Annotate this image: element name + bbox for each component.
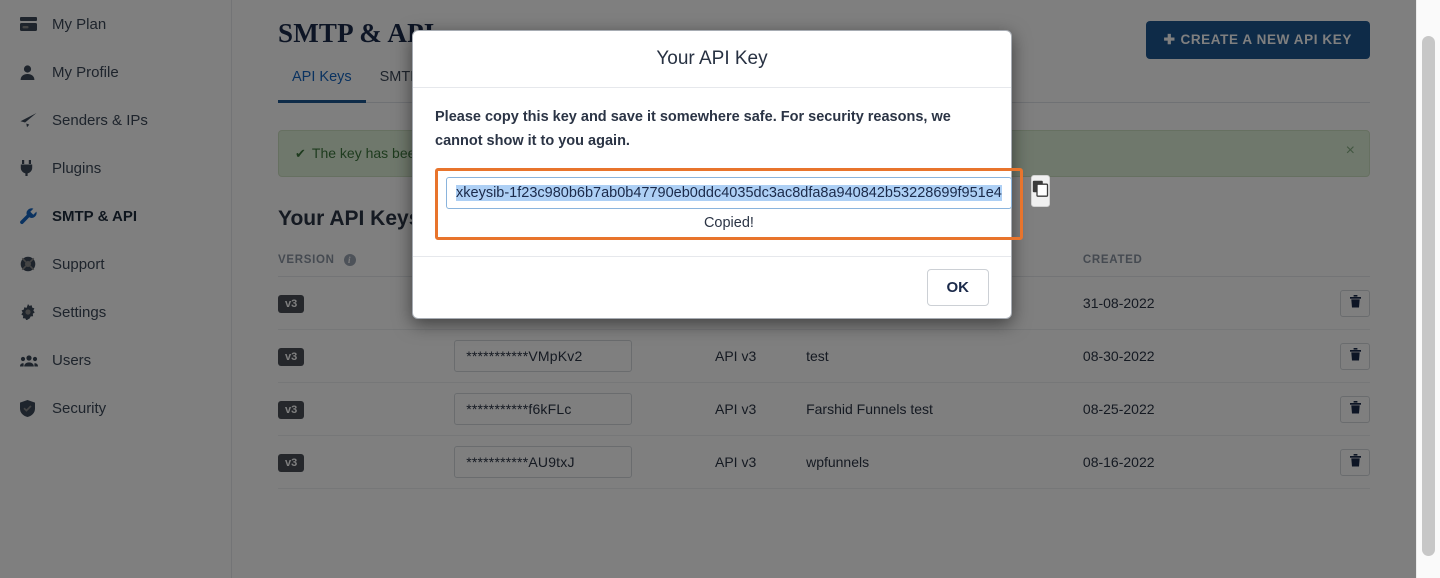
copy-to-clipboard-button[interactable] [1030, 174, 1050, 207]
copy-row: xkeysib-1f23c980b6b7ab0b47790eb0ddc4035d… [435, 167, 1050, 240]
page-scrollbar[interactable] [1416, 0, 1440, 578]
copy-icon [1032, 180, 1049, 202]
api-key-input[interactable]: xkeysib-1f23c980b6b7ab0b47790eb0ddc4035d… [446, 176, 1012, 209]
modal-title: Your API Key [656, 48, 768, 69]
copy-highlight-frame: xkeysib-1f23c980b6b7ab0b47790eb0ddc4035d… [435, 167, 1023, 240]
modal-header: Your API Key [413, 31, 1011, 88]
api-key-value: xkeysib-1f23c980b6b7ab0b47790eb0ddc4035d… [456, 184, 1002, 201]
api-key-modal: Your API Key Please copy this key and sa… [412, 30, 1050, 319]
copied-feedback: Copied! [703, 214, 754, 231]
scrollbar-thumb[interactable] [1422, 36, 1435, 556]
modal-body: Please copy this key and save it somewhe… [413, 88, 1050, 256]
modal-description: Please copy this key and save it somewhe… [435, 109, 951, 149]
app-root: My Plan My Profile Senders & IPs Plugins [0, 0, 1440, 578]
modal-ok-button[interactable]: OK [926, 268, 989, 306]
modal-footer: OK [413, 255, 1011, 318]
